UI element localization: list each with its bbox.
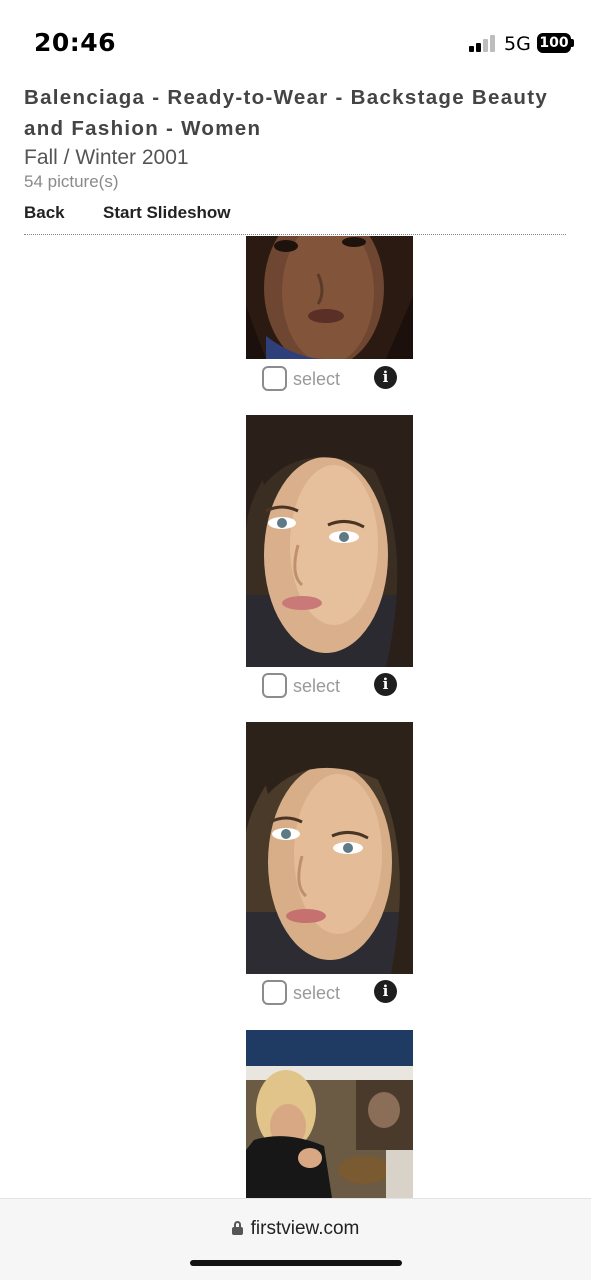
battery-icon: 100 — [537, 33, 571, 53]
info-icon[interactable]: i — [374, 980, 397, 1003]
info-icon[interactable]: i — [374, 673, 397, 696]
select-row: select i — [262, 366, 402, 394]
status-bar: 20:46 5G 100 — [0, 0, 591, 84]
photo-thumbnail[interactable] — [246, 1030, 413, 1198]
photo-thumbnail[interactable] — [246, 722, 413, 974]
photo-image — [246, 722, 413, 974]
season-label: Fall / Winter 2001 — [24, 146, 189, 169]
start-slideshow-link[interactable]: Start Slideshow — [103, 203, 231, 223]
photo-thumbnail[interactable] — [246, 415, 413, 667]
photo-image — [246, 1030, 413, 1198]
select-checkbox[interactable] — [262, 980, 287, 1005]
back-link[interactable]: Back — [24, 203, 65, 223]
select-row: select i — [262, 673, 402, 701]
dotted-divider — [24, 234, 566, 235]
select-checkbox[interactable] — [262, 366, 287, 391]
signal-bars-icon — [469, 34, 497, 52]
browser-bottom-bar: firstview.com — [0, 1198, 591, 1280]
url-bar[interactable]: firstview.com — [0, 1218, 591, 1240]
gallery-header: Balenciaga - Ready-to-Wear - Backstage B… — [24, 82, 569, 193]
photo-image — [246, 415, 413, 667]
select-label[interactable]: select — [293, 983, 340, 1004]
photo-thumbnail[interactable] — [246, 236, 413, 359]
page-title: Balenciaga - Ready-to-Wear - Backstage B… — [24, 86, 549, 140]
url-text: firstview.com — [250, 1218, 360, 1239]
battery-tip — [571, 39, 574, 47]
select-checkbox[interactable] — [262, 673, 287, 698]
network-type: 5G — [504, 33, 531, 55]
lock-icon — [231, 1221, 243, 1235]
status-time: 20:46 — [34, 28, 117, 57]
photo-image — [246, 236, 413, 359]
home-indicator[interactable] — [190, 1260, 402, 1266]
select-label[interactable]: select — [293, 676, 340, 697]
picture-count: 54 picture(s) — [24, 172, 119, 191]
select-row: select i — [262, 980, 402, 1008]
select-label[interactable]: select — [293, 369, 340, 390]
info-icon[interactable]: i — [374, 366, 397, 389]
